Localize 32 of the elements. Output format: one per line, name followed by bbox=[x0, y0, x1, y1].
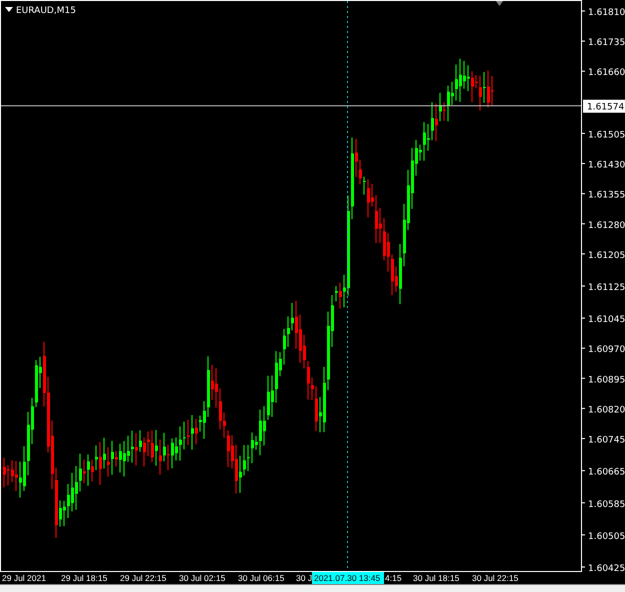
time-label: 4:15 bbox=[385, 573, 402, 583]
price-label: 1.60585 bbox=[588, 500, 625, 510]
time-label: 30 Jul 02:15 bbox=[179, 573, 226, 583]
shift-marker-icon[interactable] bbox=[496, 1, 503, 6]
time-label: 29 Jul 22:15 bbox=[120, 573, 166, 583]
price-label: 1.61505 bbox=[588, 130, 625, 140]
price-label: 1.61735 bbox=[588, 38, 625, 48]
time-label: 29 Jul 2021 bbox=[2, 573, 46, 583]
price-label: 1.60820 bbox=[588, 405, 625, 416]
price-label: 1.60895 bbox=[588, 375, 625, 386]
price-label: 1.61810 bbox=[588, 8, 625, 18]
price-label: 1.61430 bbox=[588, 160, 625, 171]
price-label: 1.61280 bbox=[588, 220, 625, 231]
time-label: 29 Jul 18:15 bbox=[61, 573, 108, 583]
dropdown-icon[interactable] bbox=[5, 7, 13, 12]
price-label: 1.60745 bbox=[588, 436, 625, 446]
time-label: 30 Jul 22:15 bbox=[472, 573, 518, 583]
price-label: 1.60425 bbox=[588, 564, 625, 574]
price-label: 1.60505 bbox=[588, 532, 625, 542]
price-label: 1.60665 bbox=[588, 468, 625, 478]
time-label: 30 Jul 18:15 bbox=[413, 573, 460, 583]
current-price-label: 1.61574 bbox=[583, 100, 625, 113]
time-label: 30 J bbox=[296, 573, 312, 583]
crosshair-time-label: 2021.07.30 13:45 bbox=[312, 572, 384, 584]
price-label: 1.61205 bbox=[588, 250, 625, 261]
price-label: 1.61045 bbox=[588, 315, 625, 326]
symbol-title: EURAUD,M15 bbox=[16, 6, 76, 16]
price-label: 1.61660 bbox=[588, 68, 625, 78]
time-label: 30 Jul 06:15 bbox=[238, 573, 284, 583]
price-label: 1.60970 bbox=[588, 345, 625, 356]
price-label: 1.61125 bbox=[588, 282, 625, 293]
price-label: 1.61355 bbox=[588, 190, 625, 201]
